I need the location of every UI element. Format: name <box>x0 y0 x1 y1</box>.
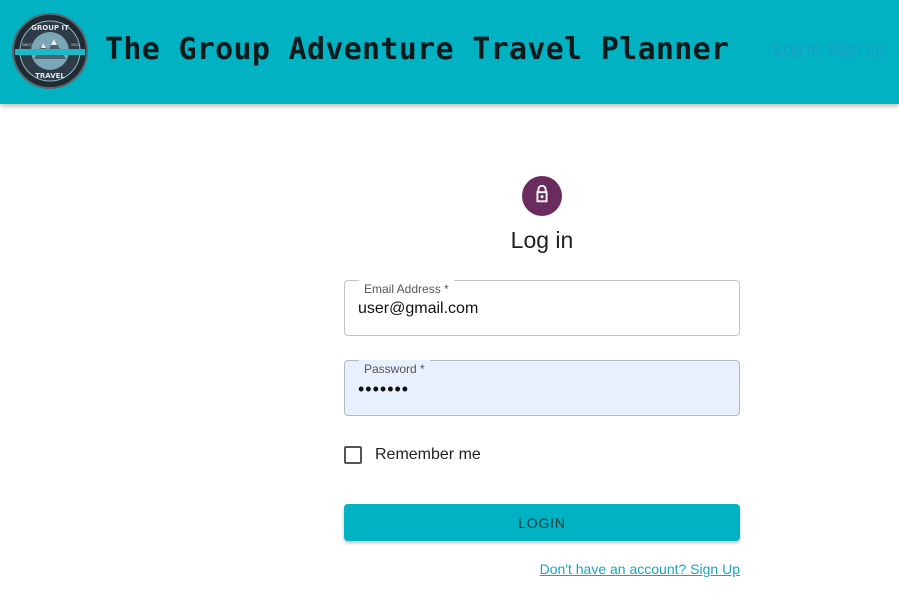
password-input[interactable]: ••••••• <box>358 379 728 400</box>
app-title: The Group Adventure Travel Planner <box>105 32 730 67</box>
app-bar: GROUP IT TRAVEL SINCE 2022 The Group Adv… <box>0 0 899 104</box>
lock-icon <box>531 183 553 210</box>
svg-text:GROUP IT: GROUP IT <box>31 24 69 32</box>
email-input[interactable] <box>358 300 728 318</box>
remember-me-checkbox[interactable] <box>344 446 362 464</box>
nav-signup-link[interactable]: Sign up <box>827 40 885 60</box>
password-field[interactable]: Password * ••••••• <box>344 360 740 416</box>
remember-me-control[interactable]: Remember me <box>344 444 481 466</box>
signup-link[interactable]: Don't have an account? Sign Up <box>540 561 740 577</box>
password-field-label: Password * <box>359 360 430 379</box>
svg-text:TRAVEL: TRAVEL <box>35 72 65 80</box>
remember-me-label: Remember me <box>375 446 481 463</box>
nav-login-link[interactable]: Log in <box>774 40 820 60</box>
email-field[interactable]: Email Address * <box>344 280 740 336</box>
svg-text:SINCE: SINCE <box>22 43 32 47</box>
form-title: Log in <box>510 227 574 253</box>
login-button[interactable]: LOGIN <box>344 504 740 541</box>
svg-text:2022: 2022 <box>71 43 79 47</box>
email-field-label: Email Address * <box>359 280 454 299</box>
group-it-travel-logo[interactable]: GROUP IT TRAVEL SINCE 2022 <box>12 13 88 89</box>
lock-avatar <box>522 176 562 216</box>
